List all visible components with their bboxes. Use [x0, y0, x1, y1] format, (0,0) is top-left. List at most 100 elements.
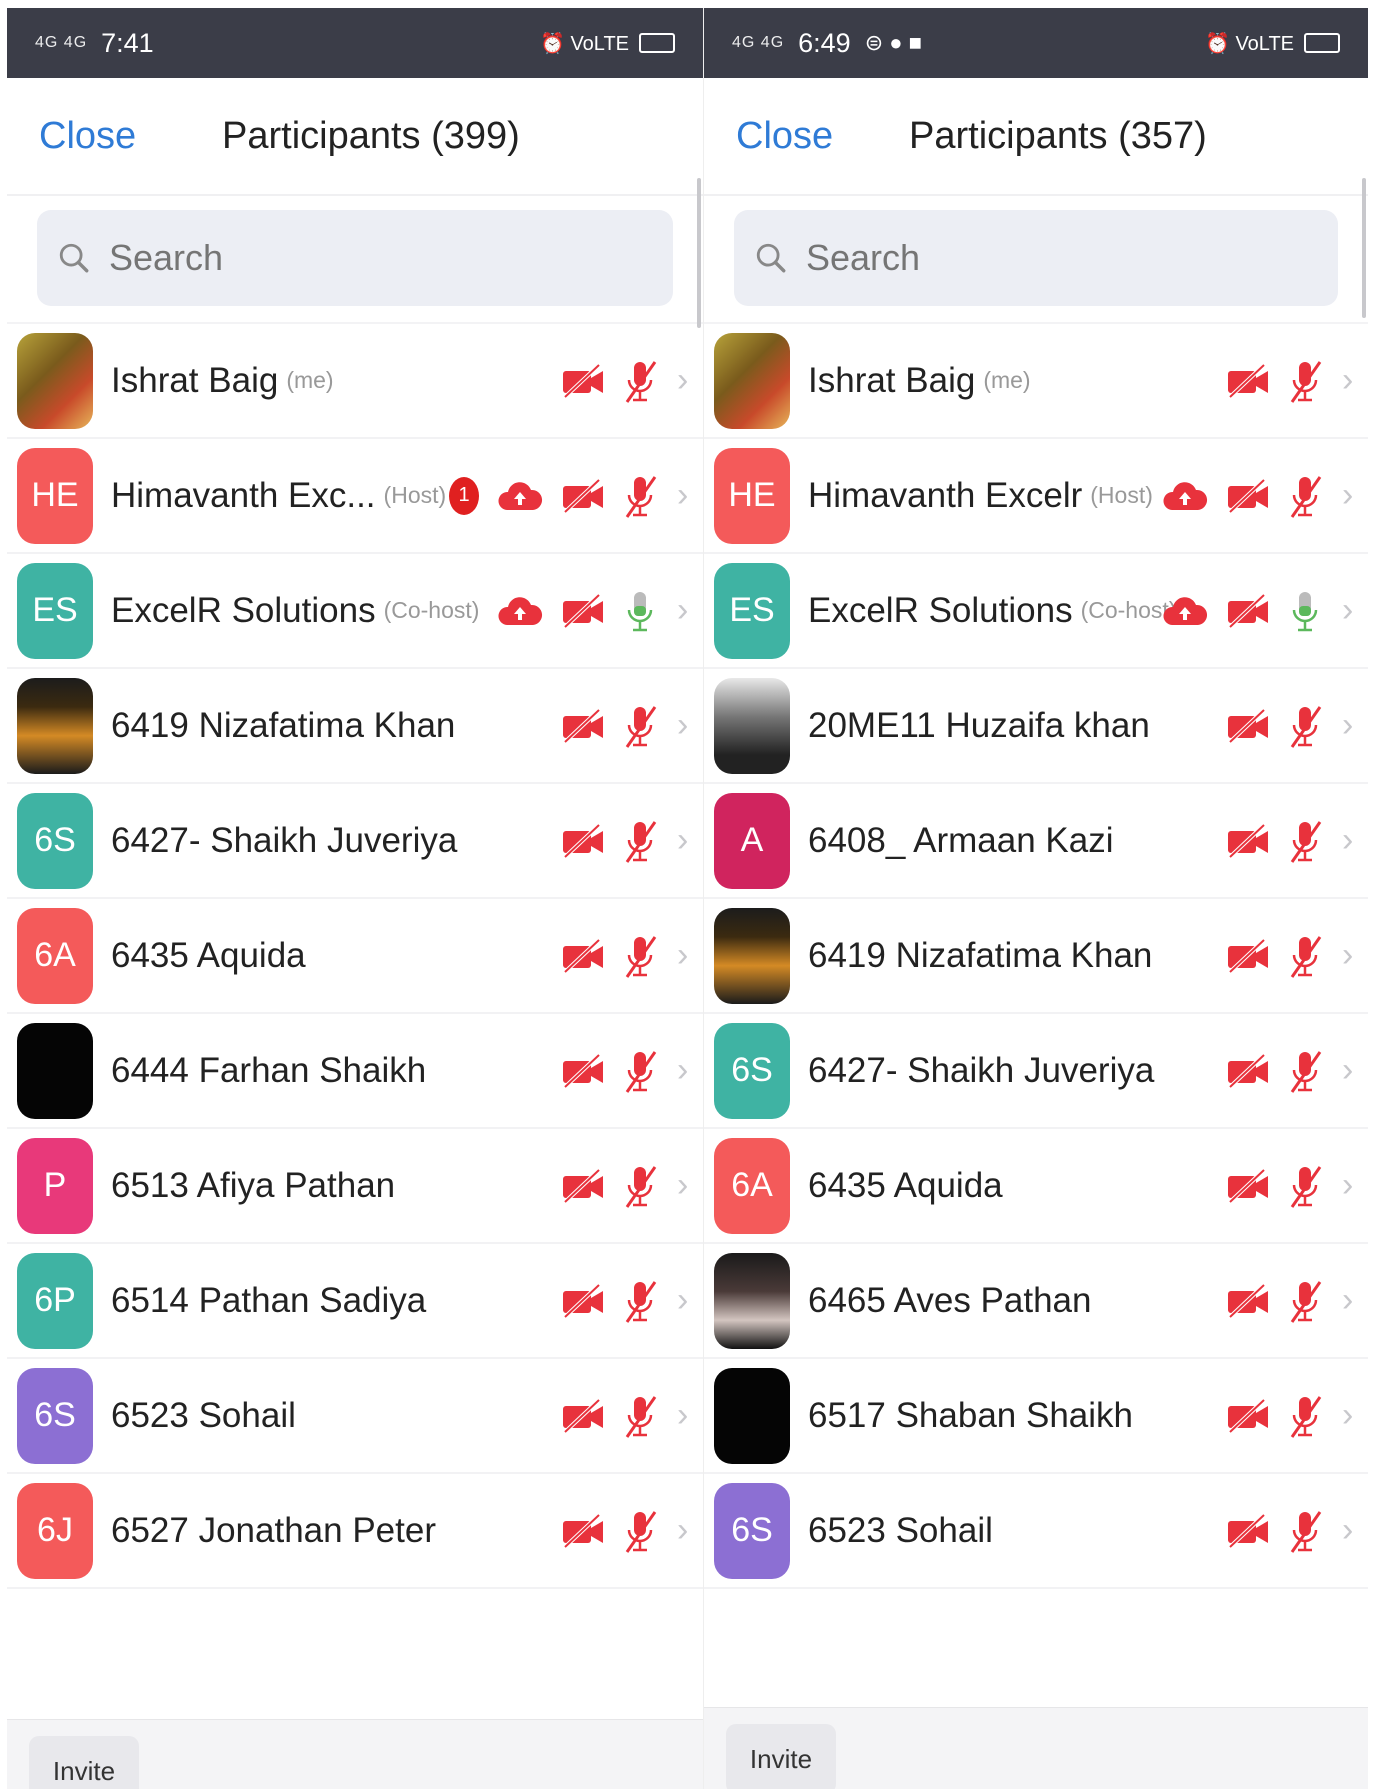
mic-muted-icon	[1290, 360, 1322, 403]
participant-row[interactable]: P 6513 Afiya Pathan ›	[7, 1129, 703, 1244]
participant-row[interactable]: HE Himavanth Exc... (Host) 1 ›	[7, 439, 703, 554]
participant-name: 6523 Sohail	[808, 1510, 993, 1550]
participant-role: (Co-host)	[383, 597, 480, 623]
participant-name: 6523 Sohail	[111, 1395, 296, 1435]
header: Close Participants (357)	[704, 78, 1368, 196]
close-button[interactable]: Close	[39, 115, 136, 158]
participant-row[interactable]: 6P 6514 Pathan Sadiya ›	[7, 1244, 703, 1359]
chevron-right-icon[interactable]: ›	[677, 821, 691, 860]
chevron-right-icon[interactable]: ›	[1342, 1511, 1356, 1550]
chevron-right-icon[interactable]: ›	[677, 936, 691, 975]
chevron-right-icon[interactable]: ›	[1342, 591, 1356, 630]
mic-muted-icon	[625, 360, 657, 403]
participant-row[interactable]: 6S 6523 Sohail ›	[704, 1474, 1368, 1589]
mic-muted-icon	[1290, 705, 1322, 748]
search-input[interactable]	[804, 236, 1276, 280]
avatar: 6J	[17, 1482, 93, 1579]
invite-button[interactable]: Invite	[29, 1736, 139, 1789]
page-title: Participants (357)	[909, 114, 1207, 157]
participant-row[interactable]: Ishrat Baig (me) ›	[7, 324, 703, 439]
avatar: 6A	[714, 1137, 790, 1234]
participant-status-icons: ›	[561, 1508, 691, 1554]
scrollbar[interactable]	[697, 178, 701, 328]
participant-status-icons: ›	[1226, 703, 1356, 749]
search-bar[interactable]	[734, 210, 1338, 306]
avatar	[714, 332, 790, 429]
participant-name: 6444 Farhan Shaikh	[111, 1050, 427, 1090]
participant-row[interactable]: HE Himavanth Excelr (Host) ›	[704, 439, 1368, 554]
mic-muted-icon	[625, 1280, 657, 1323]
battery-icon	[1304, 33, 1340, 53]
participant-row[interactable]: 6419 Nizafatima Khan ›	[7, 669, 703, 784]
participant-row[interactable]: 6J 6527 Jonathan Peter ›	[7, 1474, 703, 1589]
participant-row[interactable]: 6517 Shaban Shaikh ›	[704, 1359, 1368, 1474]
chevron-right-icon[interactable]: ›	[1342, 1281, 1356, 1320]
mic-muted-icon	[1290, 1510, 1322, 1553]
chevron-right-icon[interactable]: ›	[677, 361, 691, 400]
avatar	[17, 1022, 93, 1119]
participant-row[interactable]: 6444 Farhan Shaikh ›	[7, 1014, 703, 1129]
chevron-right-icon[interactable]: ›	[677, 591, 691, 630]
mic-muted-icon	[625, 1050, 657, 1093]
avatar: HE	[17, 447, 93, 544]
chevron-right-icon[interactable]: ›	[1342, 476, 1356, 515]
participant-name: 6408_ Armaan Kazi	[808, 820, 1114, 860]
chevron-right-icon[interactable]: ›	[1342, 361, 1356, 400]
participant-status-icons: ›	[561, 1048, 691, 1094]
participant-name: 6419 Nizafatima Khan	[111, 705, 456, 745]
search-input[interactable]	[107, 236, 604, 280]
participant-row[interactable]: 6A 6435 Aquida ›	[7, 899, 703, 1014]
chevron-right-icon[interactable]: ›	[677, 1396, 691, 1435]
chevron-right-icon[interactable]: ›	[677, 476, 691, 515]
invite-button[interactable]: Invite	[726, 1724, 836, 1789]
chevron-right-icon[interactable]: ›	[1342, 706, 1356, 745]
participant-row[interactable]: 6419 Nizafatima Khan ›	[704, 899, 1368, 1014]
chevron-right-icon[interactable]: ›	[1342, 936, 1356, 975]
participant-status-icons: ›	[1162, 473, 1356, 519]
scrollbar[interactable]	[1362, 178, 1366, 318]
participant-row[interactable]: Ishrat Baig (me) ›	[704, 324, 1368, 439]
participant-row[interactable]: ES ExcelR Solutions (Co-host) ›	[704, 554, 1368, 669]
chevron-right-icon[interactable]: ›	[677, 1166, 691, 1205]
participant-row[interactable]: 6S 6427- Shaikh Juveriya ›	[7, 784, 703, 899]
video-off-icon	[563, 363, 603, 398]
status-right-icons: ⏰ VoLTE	[1205, 31, 1340, 56]
chevron-right-icon[interactable]: ›	[1342, 1396, 1356, 1435]
chevron-right-icon[interactable]: ›	[677, 1051, 691, 1090]
chevron-right-icon[interactable]: ›	[1342, 821, 1356, 860]
video-off-icon	[1228, 1283, 1268, 1318]
search-bar[interactable]	[37, 210, 673, 306]
participant-row[interactable]: ES ExcelR Solutions (Co-host) ›	[7, 554, 703, 669]
close-button[interactable]: Close	[736, 115, 833, 158]
chevron-right-icon[interactable]: ›	[677, 706, 691, 745]
participant-name: 6419 Nizafatima Khan	[808, 935, 1153, 975]
avatar	[17, 332, 93, 429]
participant-name: Himavanth Excelr	[808, 475, 1083, 515]
avatar	[17, 677, 93, 774]
participant-status-icons: ›	[561, 1278, 691, 1324]
participant-status-icons: ›	[561, 1393, 691, 1439]
participant-row[interactable]: 6A 6435 Aquida ›	[704, 1129, 1368, 1244]
chevron-right-icon[interactable]: ›	[677, 1281, 691, 1320]
chevron-right-icon[interactable]: ›	[1342, 1166, 1356, 1205]
avatar: 6S	[17, 1367, 93, 1464]
avatar	[714, 1252, 790, 1349]
chevron-right-icon[interactable]: ›	[677, 1511, 691, 1550]
participant-name: 6527 Jonathan Peter	[111, 1510, 436, 1550]
page-title: Participants (399)	[222, 114, 520, 157]
participant-row[interactable]: 6S 6523 Sohail ›	[7, 1359, 703, 1474]
participant-row[interactable]: 6465 Aves Pathan ›	[704, 1244, 1368, 1359]
participant-row[interactable]: 6S 6427- Shaikh Juveriya ›	[704, 1014, 1368, 1129]
participant-role: (Host)	[383, 482, 447, 508]
alarm-icon: ⏰ VoLTE	[539, 32, 629, 55]
footer: Invite	[7, 1719, 703, 1789]
participant-row[interactable]: A 6408_ Armaan Kazi ›	[704, 784, 1368, 899]
chevron-right-icon[interactable]: ›	[1342, 1051, 1356, 1090]
mic-muted-icon	[625, 475, 657, 518]
video-off-icon	[1228, 1513, 1268, 1548]
participant-row[interactable]: 20ME11 Huzaifa khan ›	[704, 669, 1368, 784]
search-icon	[756, 243, 786, 273]
search-container	[704, 196, 1368, 324]
participant-status-icons: ›	[1226, 358, 1356, 404]
cloud-recording-icon	[498, 596, 543, 625]
